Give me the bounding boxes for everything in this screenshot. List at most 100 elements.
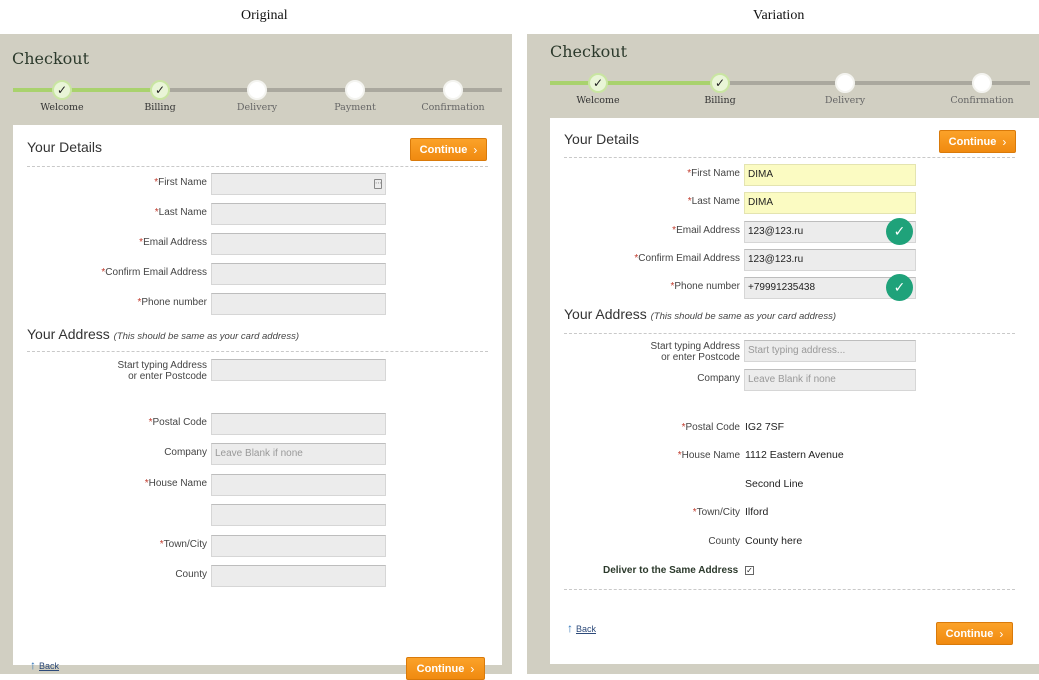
step-label: Confirmation — [421, 102, 485, 113]
continue-label: Continue — [948, 135, 997, 148]
postal-code-label: *Postal Code — [148, 417, 207, 428]
divider — [564, 589, 1015, 590]
step-dot — [345, 80, 365, 100]
divider — [27, 166, 488, 167]
address-lookup-field[interactable] — [211, 359, 386, 381]
your-address-title: Your Address (This should be same as you… — [564, 306, 836, 322]
chevron-right-icon: › — [473, 142, 478, 157]
confirm-email-label: *Confirm Email Address — [634, 253, 740, 264]
town-value: Ilford — [745, 506, 769, 518]
county-field[interactable] — [211, 565, 386, 587]
continue-button-top[interactable]: Continue › — [410, 138, 487, 161]
continue-button-bottom[interactable]: Continue › — [406, 657, 485, 680]
step-delivery: Delivery — [805, 73, 885, 106]
last-name-label: *Last Name — [687, 196, 740, 207]
phone-label: *Phone number — [670, 281, 740, 292]
divider — [27, 351, 488, 352]
confirm-email-field[interactable] — [211, 263, 386, 285]
page-title: Checkout — [550, 42, 628, 61]
step-label: Payment — [334, 102, 376, 113]
step-delivery: Delivery — [217, 80, 297, 113]
divider — [564, 157, 1015, 158]
last-name-field[interactable] — [211, 203, 386, 225]
key-icon[interactable]: ⋯ — [374, 179, 382, 189]
continue-button-top[interactable]: Continue › — [939, 130, 1016, 153]
company-label: Company — [164, 447, 207, 458]
address-lookup-label: Start typing Address or enter Postcode — [650, 341, 741, 363]
back-link[interactable]: ↑ Back — [30, 658, 59, 672]
step-welcome: ✓ Welcome — [22, 80, 102, 113]
county-label: County — [708, 536, 740, 547]
step-billing: ✓ Billing — [680, 73, 760, 106]
first-name-label: *First Name — [154, 177, 207, 188]
same-address-label: Deliver to the Same Address — [603, 565, 739, 576]
house-name-label: *House Name — [144, 478, 207, 489]
confirm-email-label: *Confirm Email Address — [101, 267, 207, 278]
step-payment: Payment — [315, 80, 395, 113]
arrow-up-icon: ↑ — [30, 658, 36, 672]
step-label: Welcome — [40, 102, 84, 113]
step-label: Delivery — [824, 95, 866, 106]
continue-button-bottom[interactable]: Continue › — [936, 622, 1013, 645]
address-lookup-label: Start typing Address or enter Postcode — [117, 360, 208, 382]
page-title: Checkout — [12, 49, 90, 68]
your-details-title: Your Details — [564, 131, 639, 147]
county-label: County — [175, 569, 207, 580]
house-name-value: 1112 Eastern Avenue — [745, 449, 844, 461]
original-panel: Checkout ✓ Welcome ✓ Billing Delivery Pa… — [0, 34, 512, 680]
step-check-icon: ✓ — [150, 80, 170, 100]
company-field[interactable]: Leave Blank if none — [211, 443, 386, 465]
arrow-up-icon: ↑ — [567, 621, 573, 635]
valid-check-icon: ✓ — [886, 218, 913, 245]
back-link[interactable]: ↑ Back — [567, 621, 596, 635]
step-check-icon: ✓ — [710, 73, 730, 93]
step-label: Billing — [704, 95, 736, 106]
house-name-label: *House Name — [677, 450, 740, 461]
step-label: Confirmation — [950, 95, 1014, 106]
step-confirmation: Confirmation — [413, 80, 493, 113]
last-name-field[interactable]: DIMA — [744, 192, 916, 214]
town-label: *Town/City — [692, 507, 740, 518]
variation-panel: Checkout ✓ Welcome ✓ Billing Delivery Co… — [527, 34, 1039, 674]
continue-label: Continue — [416, 662, 465, 675]
house-name-field[interactable] — [211, 474, 386, 496]
email-label: *Email Address — [139, 237, 207, 248]
company-field[interactable]: Leave Blank if none — [744, 369, 916, 391]
phone-label: *Phone number — [137, 297, 207, 308]
postal-code-value: IG2 7SF — [745, 421, 785, 433]
address-line-2-field[interactable] — [211, 504, 386, 526]
email-field[interactable] — [211, 233, 386, 255]
step-dot — [247, 80, 267, 100]
first-name-field[interactable]: DIMA — [744, 164, 916, 186]
checkout-form: Your Details Continue › *First Name DIMA … — [550, 118, 1039, 664]
same-address-checkbox[interactable]: ✓ — [745, 566, 754, 575]
step-billing: ✓ Billing — [120, 80, 200, 113]
town-label: *Town/City — [159, 539, 207, 550]
step-label: Welcome — [576, 95, 620, 106]
address-lookup-field[interactable]: Start typing address... — [744, 340, 916, 362]
variation-caption: Variation — [753, 8, 805, 23]
last-name-label: *Last Name — [154, 207, 207, 218]
company-label: Company — [697, 373, 740, 384]
step-check-icon: ✓ — [52, 80, 72, 100]
phone-field[interactable] — [211, 293, 386, 315]
confirm-email-field[interactable]: 123@123.ru — [744, 249, 916, 271]
postal-code-label: *Postal Code — [681, 422, 740, 433]
original-caption: Original — [241, 8, 288, 23]
address-line-2-value: Second Line — [745, 478, 804, 490]
continue-label: Continue — [945, 627, 994, 640]
first-name-field[interactable] — [211, 173, 386, 195]
your-details-title: Your Details — [27, 139, 102, 155]
progress-steps: ✓ Welcome ✓ Billing Delivery Confirmatio… — [550, 73, 1030, 113]
checkout-form: Your Details Continue › *First Name ⋯ *La… — [13, 125, 502, 680]
step-label: Delivery — [236, 102, 278, 113]
step-dot — [972, 73, 992, 93]
first-name-label: *First Name — [687, 168, 740, 179]
valid-check-icon: ✓ — [886, 274, 913, 301]
postal-code-field[interactable] — [211, 413, 386, 435]
town-field[interactable] — [211, 535, 386, 557]
county-value: County here — [745, 535, 803, 547]
step-welcome: ✓ Welcome — [558, 73, 638, 106]
step-check-icon: ✓ — [588, 73, 608, 93]
chevron-right-icon: › — [1002, 134, 1007, 149]
